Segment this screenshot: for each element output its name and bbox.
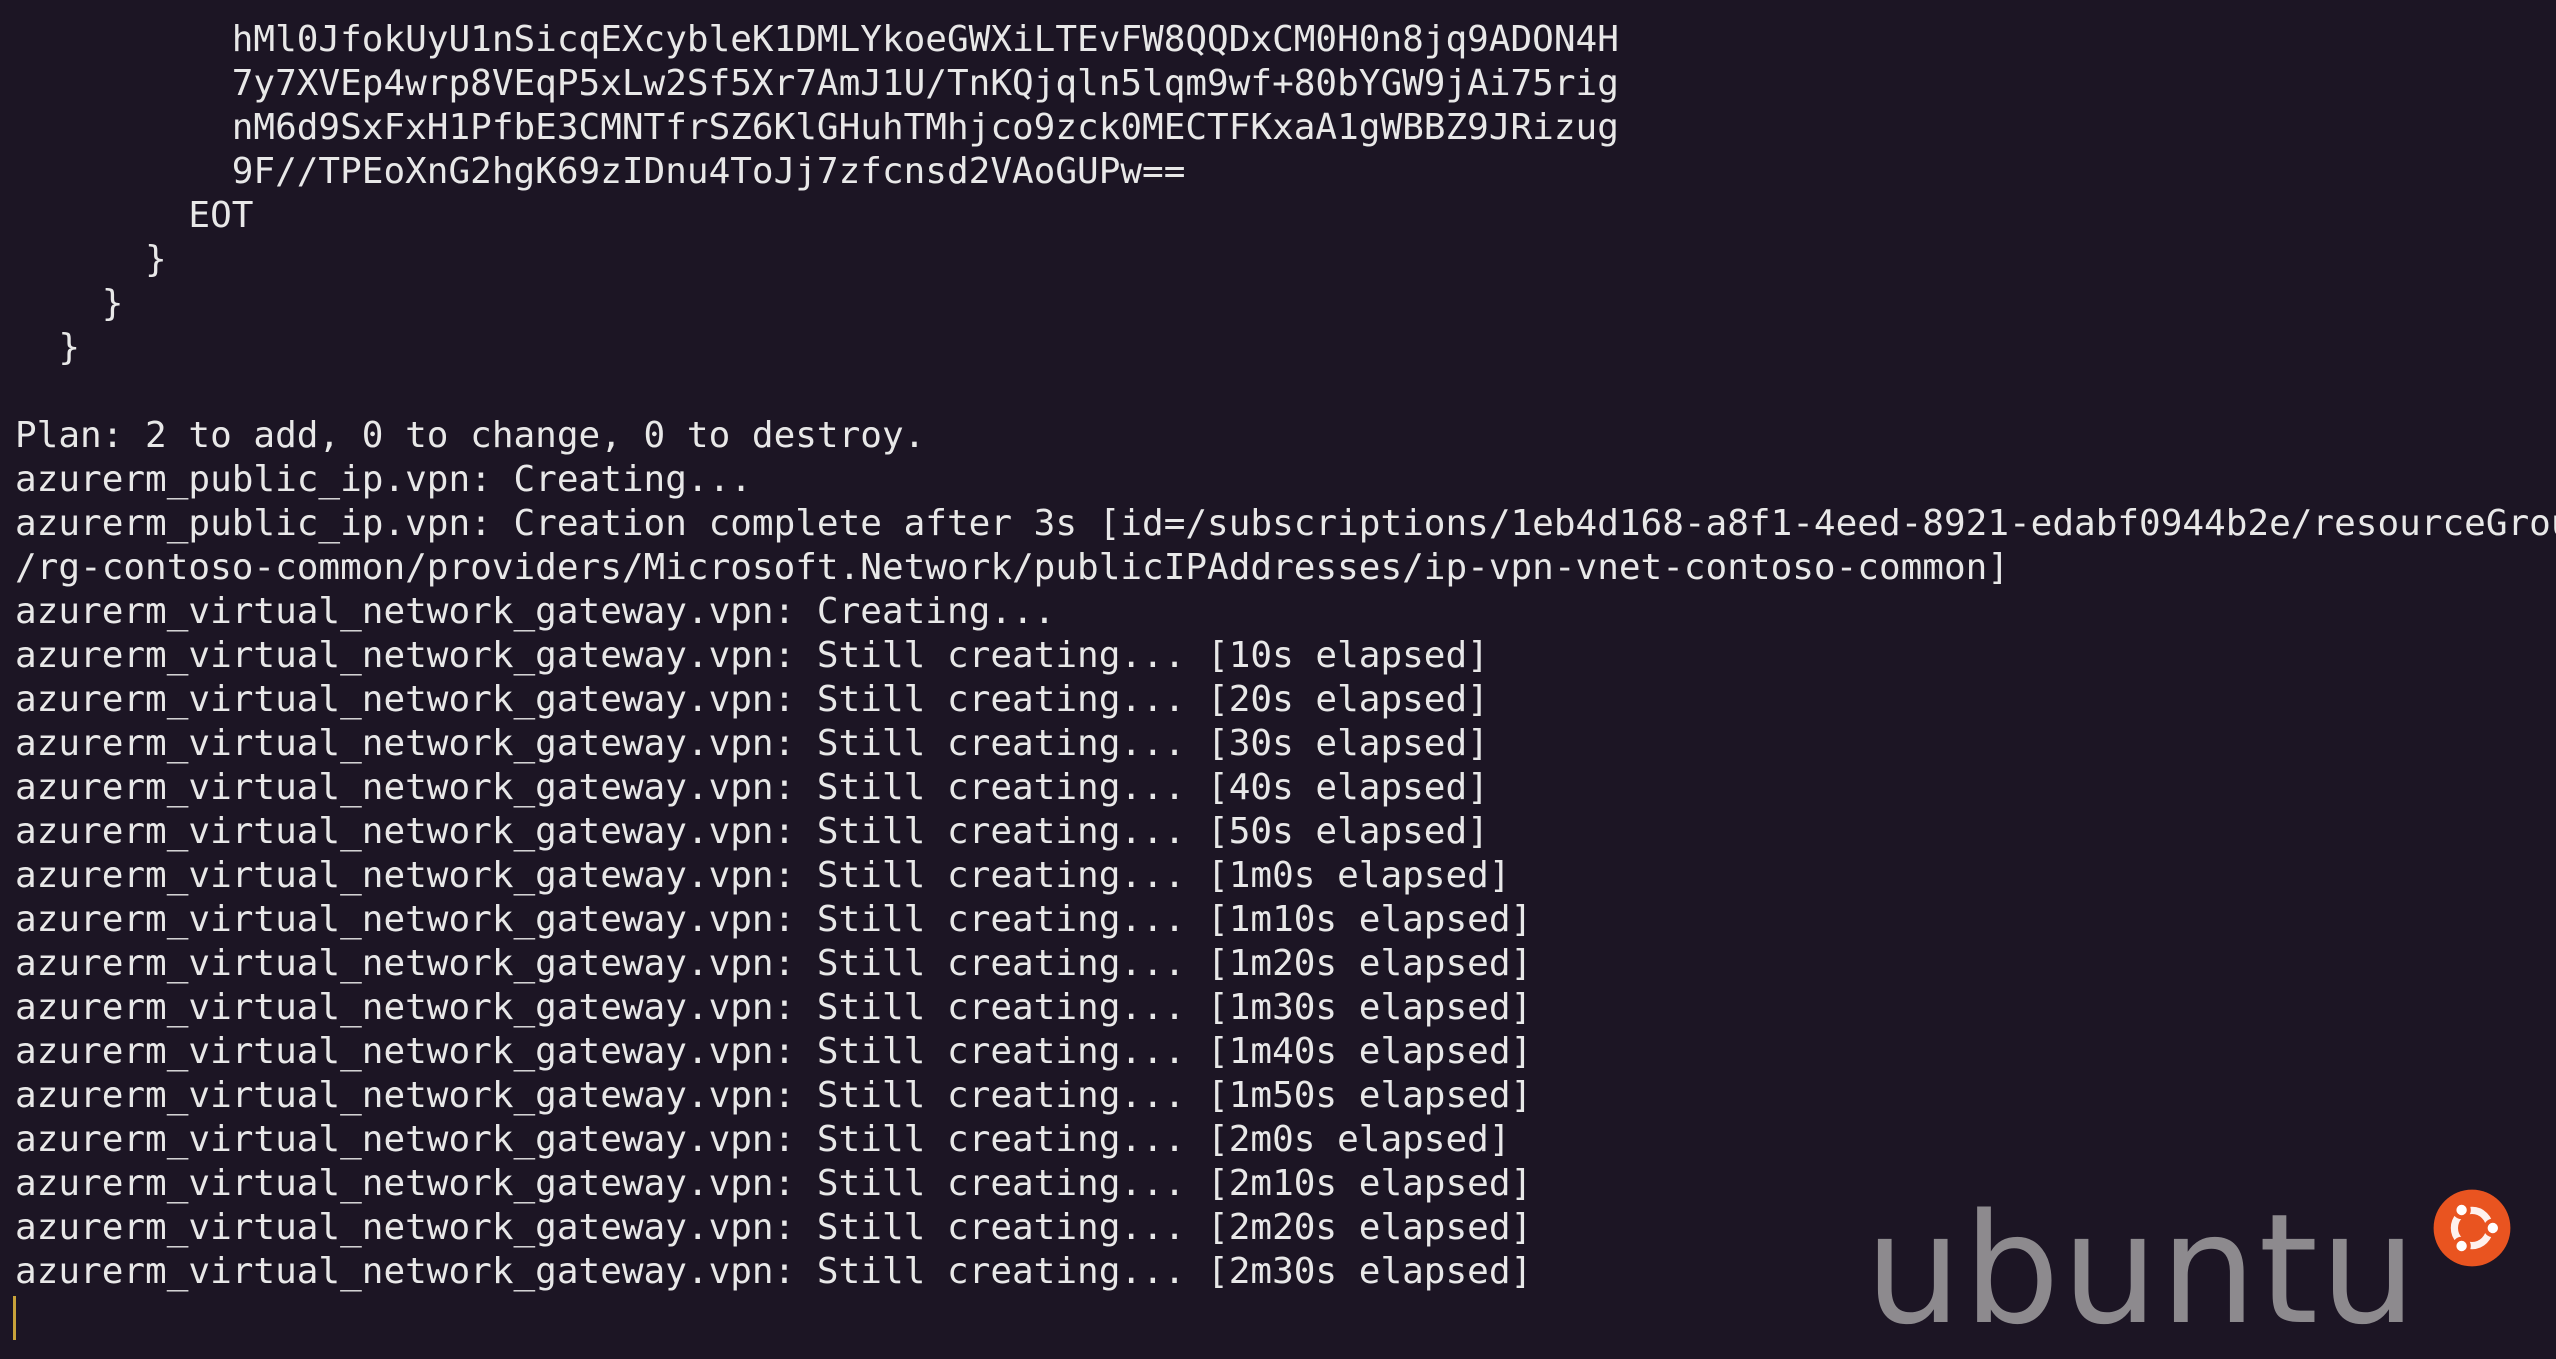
terminal-line: azurerm_virtual_network_gateway.vpn: Sti… (15, 635, 1489, 676)
ubuntu-circle-of-friends-icon (2433, 1189, 2511, 1267)
terminal-line: azurerm_virtual_network_gateway.vpn: Sti… (15, 943, 1533, 984)
terminal-line: azurerm_virtual_network_gateway.vpn: Sti… (15, 1075, 1533, 1116)
terminal-line: 9F//TPEoXnG2hgK69zIDnu4ToJj7zfcnsd2VAoGU… (15, 151, 1186, 192)
terminal-line: hMl0JfokUyU1nSicqEXcybleK1DMLYkoeGWXiLTE… (15, 19, 1619, 60)
text-cursor (13, 1296, 16, 1340)
terminal-line: azurerm_virtual_network_gateway.vpn: Sti… (15, 1119, 1511, 1160)
terminal-line: azurerm_virtual_network_gateway.vpn: Sti… (15, 767, 1489, 808)
terminal-line: azurerm_virtual_network_gateway.vpn: Sti… (15, 679, 1489, 720)
terminal-line: } (15, 283, 124, 324)
terminal-line: azurerm_virtual_network_gateway.vpn: Cre… (15, 591, 1056, 632)
terminal-line: } (15, 327, 81, 368)
terminal-line: azurerm_virtual_network_gateway.vpn: Sti… (15, 855, 1511, 896)
terminal-line: 7y7XVEp4wrp8VEqP5xLw2Sf5Xr7AmJ1U/TnKQjql… (15, 63, 1619, 104)
terminal-line: nM6d9SxFxH1PfbE3CMNTfrSZ6KlGHuhTMhjco9zc… (15, 107, 1619, 148)
terminal-line: azurerm_public_ip.vpn: Creation complete… (15, 503, 2556, 544)
terminal-line: /rg-contoso-common/providers/Microsoft.N… (15, 547, 2009, 588)
terminal-line: azurerm_public_ip.vpn: Creating... (15, 459, 752, 500)
terminal-window[interactable]: hMl0JfokUyU1nSicqEXcybleK1DMLYkoeGWXiLTE… (0, 0, 2556, 1359)
terminal-line: EOT (15, 195, 254, 236)
terminal-line: } (15, 239, 167, 280)
terminal-line: azurerm_virtual_network_gateway.vpn: Sti… (15, 811, 1489, 852)
terminal-output: hMl0JfokUyU1nSicqEXcybleK1DMLYkoeGWXiLTE… (15, 18, 2556, 1294)
terminal-line: azurerm_virtual_network_gateway.vpn: Sti… (15, 723, 1489, 764)
terminal-line: azurerm_virtual_network_gateway.vpn: Sti… (15, 987, 1533, 1028)
terminal-line: azurerm_virtual_network_gateway.vpn: Sti… (15, 899, 1533, 940)
terminal-line: azurerm_virtual_network_gateway.vpn: Sti… (15, 1031, 1533, 1072)
ubuntu-wordmark: ubuntu (1865, 1181, 2419, 1358)
terminal-line: Plan: 2 to add, 0 to change, 0 to destro… (15, 415, 926, 456)
